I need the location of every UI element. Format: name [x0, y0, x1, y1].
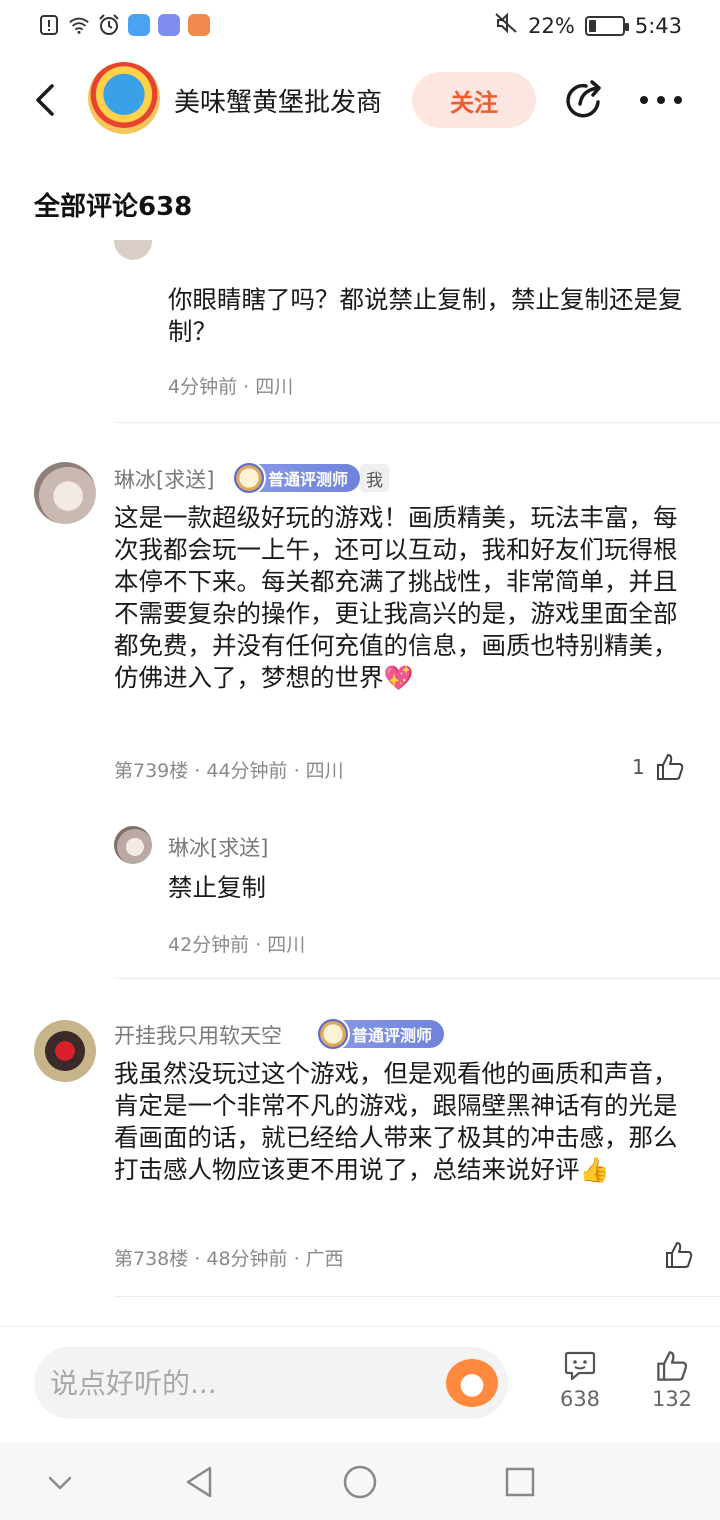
like-button[interactable]: 1: [632, 752, 685, 782]
comment-text: 这是一款超级好玩的游戏！画质精美，玩法丰富，每次我都会玩一上午，还可以互动，我和…: [114, 502, 684, 694]
chevron-down-icon: [48, 1476, 72, 1490]
reply-text: 你眼睛瞎了吗？都说禁止复制，禁止复制还是复制？: [168, 285, 683, 346]
commenter-name[interactable]: 琳冰[求送]: [114, 464, 214, 494]
nav-back-button[interactable]: [180, 1462, 220, 1502]
commenter-name[interactable]: 开挂我只用软天空: [114, 1020, 282, 1050]
status-icons-right: 22% 5:43: [494, 12, 682, 39]
thumbs-up-icon: [657, 1351, 688, 1381]
dot-icon: [640, 96, 648, 104]
author-name[interactable]: 美味蟹黄堡批发商: [174, 82, 382, 119]
comment-text: 我虽然没玩过这个游戏，但是观看他的画质和声音，肯定是一个非常不凡的游戏，跟隔壁黑…: [114, 1058, 684, 1186]
reply-avatar[interactable]: [114, 826, 152, 864]
wifi-icon: [68, 14, 90, 36]
divider: [114, 1296, 720, 1297]
comments-section-title: 全部评论638: [34, 192, 193, 222]
divider: [114, 422, 720, 423]
app-music-icon: [158, 14, 180, 36]
comment-input-bar: 638 132: [0, 1326, 720, 1442]
comment-icon: [564, 1351, 596, 1381]
reply-avatar[interactable]: [114, 240, 152, 260]
clock: 5:43: [634, 13, 682, 38]
reply-meta: 42分钟前 · 四川: [168, 934, 306, 956]
reply-text: 禁止复制: [168, 873, 266, 902]
alert-icon: [38, 14, 60, 36]
thumbs-up-icon: [666, 1242, 693, 1268]
battery-icon: [584, 15, 629, 36]
author-avatar[interactable]: [88, 62, 160, 134]
back-button[interactable]: [26, 80, 66, 120]
comment-count: 638: [559, 1387, 601, 1411]
header: 美味蟹黄堡批发商 关注: [0, 58, 720, 142]
follow-button[interactable]: 关注: [412, 72, 536, 128]
comment-meta: 第738楼 · 48分钟前 · 广西: [114, 1248, 344, 1270]
reviewer-badge-icon: [232, 461, 266, 495]
triangle-back-icon: [186, 1466, 212, 1498]
alarm-icon: [98, 14, 120, 36]
thumbs-up-emoji-icon: 👍: [579, 1156, 610, 1184]
reviewer-badge-label: 普通评测师: [352, 1026, 433, 1045]
mute-icon: [494, 12, 518, 39]
nav-collapse-button[interactable]: [40, 1462, 80, 1502]
thumbs-up-icon: [656, 754, 683, 780]
reviewer-badge: 普通评测师: [316, 1017, 445, 1051]
heart-emoji-icon: 💖: [383, 664, 414, 692]
status-bar: 22% 5:43: [0, 0, 720, 56]
battery-percent: 22%: [528, 13, 575, 38]
reviewer-badge-label: 普通评测师: [268, 470, 349, 489]
status-icons-left: [38, 14, 210, 36]
me-tag: 我: [360, 464, 389, 492]
more-options-button[interactable]: [640, 88, 686, 112]
reply-username[interactable]: 琳冰[求送]: [168, 832, 268, 862]
battery-fill: [588, 19, 596, 32]
like-count: 1: [632, 755, 645, 779]
nav-recents-button[interactable]: [500, 1462, 540, 1502]
commenter-avatar[interactable]: [34, 1020, 96, 1082]
divider: [114, 978, 720, 979]
dot-icon: [674, 96, 682, 104]
dot-icon: [657, 96, 665, 104]
mascot-emoji-icon[interactable]: [446, 1359, 498, 1407]
nav-home-button[interactable]: [340, 1462, 380, 1502]
square-recents-icon: [505, 1467, 535, 1497]
comment-meta: 第739楼 · 44分钟前 · 四川: [114, 760, 344, 782]
like-count-button[interactable]: 132: [642, 1349, 702, 1411]
like-total: 132: [651, 1387, 693, 1411]
share-icon: [566, 80, 601, 118]
reviewer-badge: 普通评测师: [232, 461, 361, 495]
circle-home-icon: [343, 1465, 377, 1499]
system-nav-bar: [0, 1442, 720, 1520]
chevron-left-icon: [36, 84, 54, 116]
reviewer-badge-icon: [316, 1017, 350, 1051]
comment-input[interactable]: [50, 1347, 430, 1419]
app-shield-icon: [128, 14, 150, 36]
reply-meta: 4分钟前 · 四川: [168, 376, 294, 398]
share-button[interactable]: [562, 78, 606, 122]
app-video-icon: [188, 14, 210, 36]
commenter-avatar[interactable]: [34, 462, 96, 524]
comment-list[interactable]: 你眼睛瞎了吗？都说禁止复制，禁止复制还是复制？ 4分钟前 · 四川 琳冰[求送]…: [0, 240, 720, 1326]
like-button[interactable]: [654, 1240, 694, 1270]
comment-count-button[interactable]: 638: [550, 1349, 610, 1411]
comment-input-pill[interactable]: [34, 1347, 508, 1419]
